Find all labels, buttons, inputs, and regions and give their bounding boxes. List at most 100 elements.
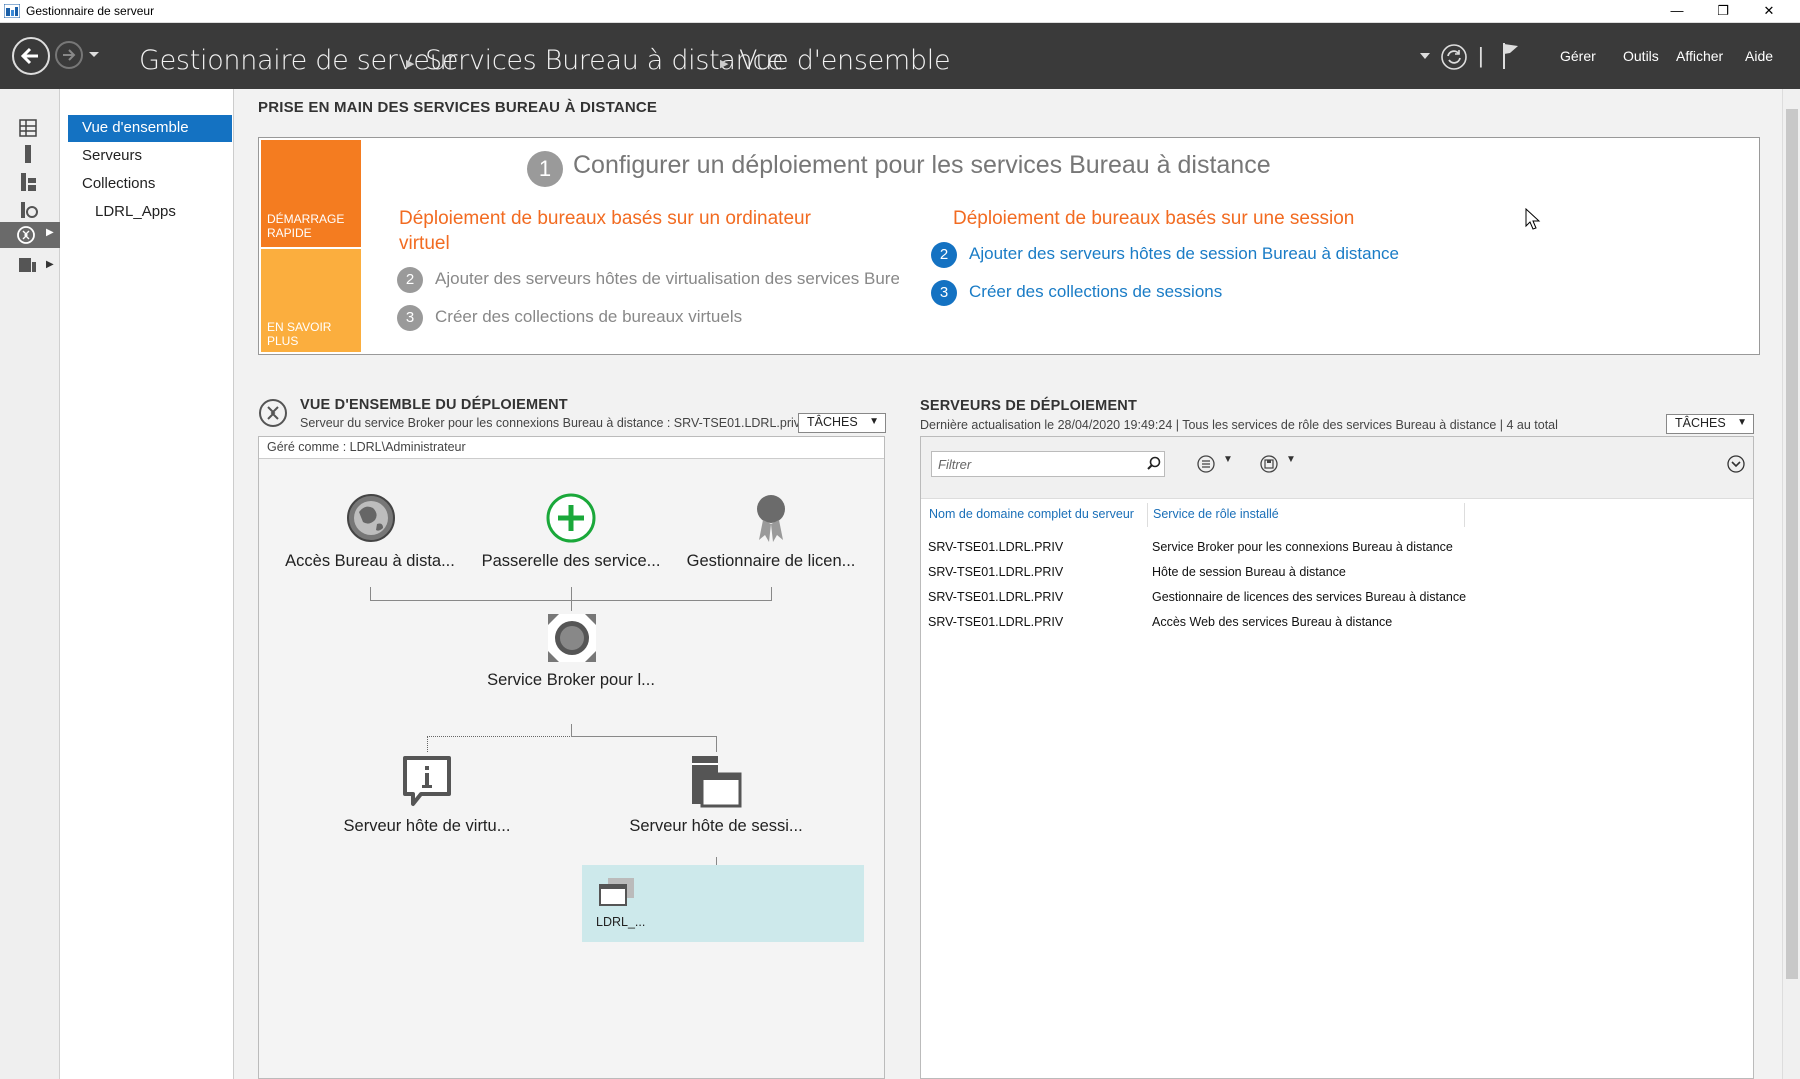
rail-item-remote-desktop[interactable]: ▶ (0, 222, 60, 248)
nav-item-overview[interactable]: Vue d'ensemble (68, 115, 232, 142)
session-heading: Déploiement de bureaux basés sur une ses… (953, 208, 1355, 229)
add-virtualization-hosts-link[interactable]: Ajouter des serveurs hôtes de virtualisa… (435, 269, 899, 289)
step-number-badge: 2 (397, 267, 423, 293)
expand-collapse-icon[interactable] (1727, 455, 1745, 473)
dashboard-icon[interactable] (14, 117, 42, 139)
vdi-heading-line2: virtuel (399, 233, 450, 254)
deployment-servers-panel: Filtrer ▼ ▼ Nom de domaine complet du se… (920, 436, 1754, 1079)
deployment-overview-subtitle: Serveur du service Broker pour les conne… (300, 416, 801, 430)
managed-as-bar: Géré comme : LDRL\Administrateur (259, 437, 884, 459)
file-storage-icon[interactable] (14, 199, 42, 221)
menu-manage[interactable]: Gérer (1560, 48, 1596, 64)
collection-tile-ldrl-apps[interactable]: LDRL_... (582, 865, 864, 942)
overview-tasks-button[interactable]: TÂCHES ▼ (798, 413, 886, 433)
create-session-collections-link[interactable]: Créer des collections de sessions (969, 282, 1222, 302)
back-button[interactable] (12, 37, 50, 75)
connector-line (370, 587, 371, 601)
broker-icon (548, 614, 596, 662)
expand-arrow-icon[interactable]: ▶ (46, 227, 54, 238)
deployment-servers-subtitle: Dernière actualisation le 28/04/2020 19:… (920, 418, 1558, 432)
window-title: Gestionnaire de serveur (26, 4, 155, 18)
tasks-label: TÂCHES (807, 415, 858, 429)
filter-input[interactable]: Filtrer (931, 451, 1165, 477)
vertical-scrollbar[interactable] (1782, 89, 1800, 1079)
forward-button[interactable] (55, 41, 83, 69)
node-rd-gateway[interactable]: Passerelle des service... (471, 492, 671, 572)
column-header-role[interactable]: Service de rôle installé (1153, 507, 1279, 521)
menu-help[interactable]: Aide (1745, 48, 1773, 64)
table-row[interactable]: SRV-TSE01.LDRL.PRIV Service Broker pour … (921, 536, 1753, 560)
notifications-flag-icon[interactable] (1500, 41, 1522, 71)
breadcrumb-overview: Vue d'ensemble (739, 45, 951, 76)
quickstart-tile[interactable]: DÉMARRAGE RAPIDE (261, 140, 361, 247)
table-row[interactable]: SRV-TSE01.LDRL.PRIV Hôte de session Bure… (921, 561, 1753, 585)
remote-desktop-icon (17, 226, 35, 244)
refresh-dropdown-icon[interactable] (1420, 53, 1430, 60)
connector-line (571, 736, 717, 737)
nav-item-ldrl-apps[interactable]: LDRL_Apps (68, 199, 232, 226)
table-row[interactable]: SRV-TSE01.LDRL.PRIV Accès Web des servic… (921, 611, 1753, 635)
menu-view[interactable]: Afficher (1676, 48, 1723, 64)
add-plus-icon (546, 493, 596, 543)
expand-arrow-icon[interactable]: ▶ (46, 259, 54, 270)
deployment-overview-title: VUE D'ENSEMBLE DU DÉPLOIEMENT (300, 397, 568, 413)
scrollbar-thumb[interactable] (1786, 109, 1798, 979)
step-number-badge: 1 (527, 151, 563, 187)
breadcrumb-rds[interactable]: Services Bureau à distance (425, 45, 784, 76)
close-button[interactable]: ✕ (1746, 0, 1792, 23)
history-dropdown-icon[interactable] (88, 51, 100, 59)
all-servers-icon[interactable] (14, 171, 42, 193)
nav-item-servers[interactable]: Serveurs (68, 143, 232, 170)
node-label: Serveur hôte de sessi... (629, 817, 803, 835)
dropdown-arrow-icon[interactable]: ▼ (1223, 454, 1233, 465)
step-number-badge: 3 (397, 305, 423, 331)
connector-line (716, 736, 717, 752)
collection-window-icon (599, 878, 634, 906)
create-vdi-collections-link[interactable]: Créer des collections de bureaux virtuel… (435, 307, 742, 327)
table-row[interactable]: SRV-TSE01.LDRL.PRIV Gestionnaire de lice… (921, 586, 1753, 610)
query-options-icon[interactable] (1197, 455, 1217, 473)
minimize-button[interactable]: — (1654, 0, 1700, 23)
license-ribbon-icon (757, 495, 785, 542)
globe-icon (347, 494, 395, 542)
cell-role: Gestionnaire de licences des services Bu… (1152, 590, 1467, 604)
learn-more-tile[interactable]: EN SAVOIR PLUS (261, 249, 361, 352)
dotted-connector-line (427, 736, 572, 737)
session-host-icon (692, 756, 742, 808)
node-rd-session-host[interactable]: Serveur hôte de sessi... (616, 754, 816, 844)
rds-overview-icon (259, 399, 287, 427)
tile-label-line2: RAPIDE (267, 226, 312, 240)
cell-fqdn: SRV-TSE01.LDRL.PRIV (928, 540, 1064, 554)
column-header-fqdn[interactable]: Nom de domaine complet du serveur (929, 507, 1134, 521)
info-message-icon (403, 756, 451, 806)
collection-label: LDRL_... (596, 915, 646, 929)
node-label: Service Broker pour l... (487, 671, 655, 689)
iis-icon[interactable] (14, 254, 42, 276)
node-rd-connection-broker[interactable]: Service Broker pour l... (471, 611, 671, 711)
add-session-hosts-link[interactable]: Ajouter des serveurs hôtes de session Bu… (969, 244, 1399, 264)
local-server-icon[interactable] (14, 143, 42, 165)
node-rd-web-access[interactable]: Accès Bureau à dista... (270, 492, 470, 572)
step-number-badge: 3 (931, 280, 957, 306)
connector-line (716, 857, 717, 865)
deployment-overview-panel: Géré comme : LDRL\Administrateur Accès B… (258, 436, 885, 1079)
menu-tools[interactable]: Outils (1623, 48, 1659, 64)
save-query-icon[interactable] (1260, 455, 1280, 473)
quickstart-section-title: PRISE EN MAIN DES SERVICES BUREAU À DIST… (258, 99, 658, 116)
search-icon[interactable] (1147, 456, 1161, 470)
dropdown-arrow-icon[interactable]: ▼ (1286, 454, 1296, 465)
servers-tasks-button[interactable]: TÂCHES ▼ (1666, 414, 1754, 434)
refresh-icon[interactable] (1440, 43, 1468, 71)
column-divider (1147, 503, 1148, 527)
restore-button[interactable]: ❐ (1700, 0, 1746, 23)
connector-line (771, 587, 772, 601)
node-rd-virtualization-host[interactable]: Serveur hôte de virtu... (327, 754, 527, 844)
node-label: Gestionnaire de licen... (686, 552, 856, 570)
node-label: Accès Bureau à dista... (285, 552, 455, 570)
node-label: Passerelle des service... (481, 552, 661, 570)
back-arrow-icon (20, 47, 38, 65)
nav-item-collections[interactable]: Collections (68, 171, 232, 198)
node-rd-licensing[interactable]: Gestionnaire de licen... (671, 492, 871, 572)
dropdown-arrow-icon: ▼ (1737, 417, 1747, 428)
step1-title: Configurer un déploiement pour les servi… (573, 151, 1271, 179)
